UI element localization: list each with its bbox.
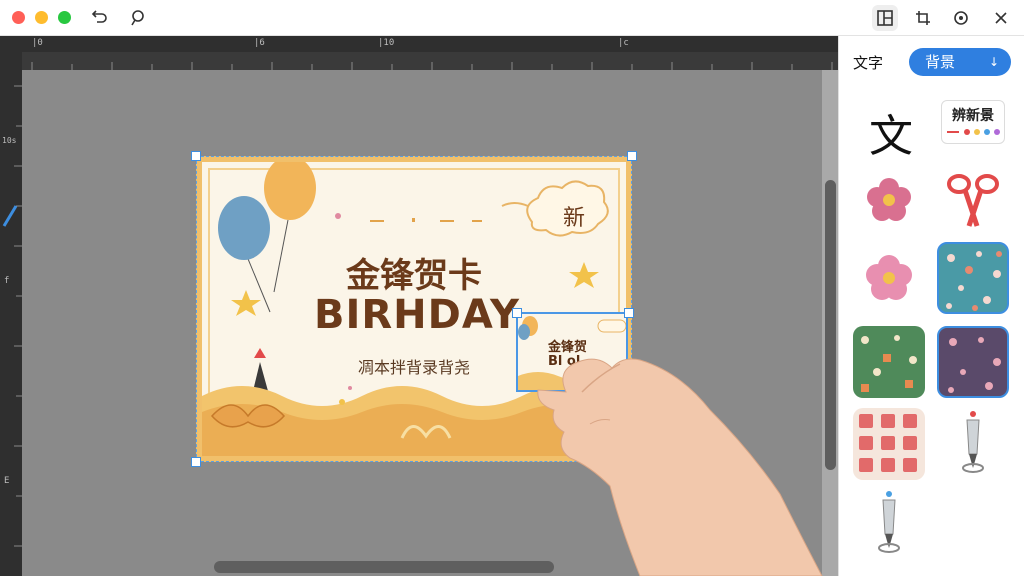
birthday-card[interactable]: 新 金锋贺卡 BIRHDAY 凋本拌背录背尧 xyxy=(196,156,632,462)
tab-text[interactable]: 文字 xyxy=(853,52,883,73)
pen-icon-2[interactable] xyxy=(853,488,925,560)
settings-icon[interactable] xyxy=(948,5,974,31)
ruler-mark: |0 xyxy=(32,38,43,48)
asset-panel: 文字 背景 ↓ 文 辨新景 xyxy=(838,36,1024,576)
green-pattern[interactable] xyxy=(853,326,925,398)
minimize-window-button[interactable] xyxy=(35,11,48,24)
dragged-card-thumbnail[interactable]: 金锋贺 Bl ol xyxy=(516,312,628,392)
resize-handle-bottom-left[interactable] xyxy=(191,457,201,467)
text-label-asset[interactable]: 辨新景 xyxy=(941,100,1005,144)
tab-background-label: 背景 xyxy=(925,53,956,71)
mini-card-title: 金锋贺 xyxy=(548,340,588,355)
card-title-en[interactable]: BIRHDAY xyxy=(314,292,520,338)
crop-icon[interactable] xyxy=(910,5,936,31)
cloud-text: 新 xyxy=(562,206,585,231)
resize-handle-top-right[interactable] xyxy=(627,151,637,161)
orange-balloon-icon xyxy=(264,162,316,220)
scissors-icon[interactable] xyxy=(937,164,1009,236)
flower-sticker-icon[interactable] xyxy=(853,164,925,236)
ruler-mark: |6 xyxy=(254,38,265,48)
chevron-down-icon: ↓ xyxy=(988,55,999,69)
mini-handle-top-left[interactable] xyxy=(512,308,522,318)
resize-handle-top-left[interactable] xyxy=(191,151,201,161)
text-asset[interactable]: 文 xyxy=(869,100,913,164)
horizontal-scrollbar[interactable] xyxy=(214,561,554,573)
layout-icon[interactable] xyxy=(872,5,898,31)
pen-icon[interactable] xyxy=(937,408,1009,480)
mini-card-subtitle: Bl ol xyxy=(548,354,581,369)
title-bar xyxy=(0,0,1024,36)
zoom-window-button[interactable] xyxy=(58,11,71,24)
vertical-scrollbar[interactable] xyxy=(825,180,836,470)
tab-background[interactable]: 背景 ↓ xyxy=(909,48,1011,76)
ruler-mark: |10 xyxy=(378,38,395,48)
text-label-asset-text: 辨新景 xyxy=(952,108,994,124)
top-ruler: |0 |6 |10 |c xyxy=(22,36,838,52)
mini-handle-top-right[interactable] xyxy=(624,308,634,318)
close-icon[interactable] xyxy=(988,5,1014,31)
close-window-button[interactable] xyxy=(12,11,25,24)
undo-icon[interactable] xyxy=(86,5,112,31)
teal-pattern[interactable] xyxy=(937,242,1009,314)
left-ruler: 10s f E xyxy=(0,36,22,576)
ruler-ticks xyxy=(22,52,838,70)
card-title-cn[interactable]: 金锋贺卡 xyxy=(202,248,626,297)
lasso-icon[interactable] xyxy=(124,5,150,31)
pink-flower-icon[interactable] xyxy=(853,242,925,314)
ruler-mark: |c xyxy=(618,38,629,48)
red-pattern[interactable] xyxy=(853,408,925,480)
purple-pattern[interactable] xyxy=(937,326,1009,398)
